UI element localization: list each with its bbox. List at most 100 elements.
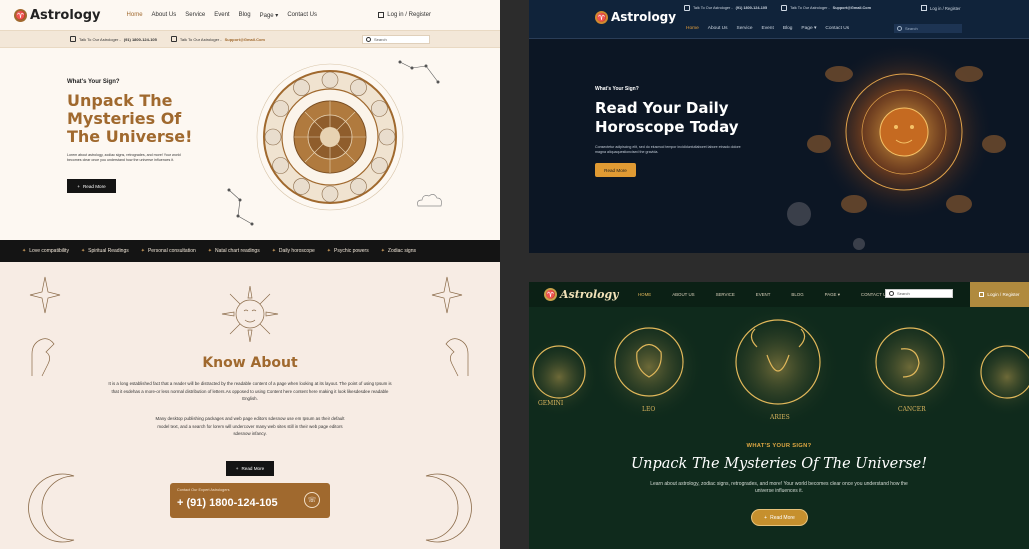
hero-eyebrow: WHAT'S YOUR SIGN? <box>746 443 812 449</box>
ticker-label: Love compatibility <box>29 248 69 254</box>
login-link[interactable]: Log in / Register <box>378 12 431 18</box>
user-icon <box>979 292 985 297</box>
nav-page[interactable]: Page ▾ <box>801 26 816 31</box>
nav-blog[interactable]: Blog <box>783 26 793 31</box>
about-paragraph-1: It is a long established fact that a rea… <box>108 381 392 402</box>
phone-contact[interactable]: Talk To Our Astrologer - (91) 1800-124-1… <box>684 5 767 11</box>
sign-label-gemini: GEMINI <box>538 400 564 407</box>
hero-read-more-button[interactable]: + Read More <box>751 509 808 526</box>
nav-home[interactable]: HOME <box>638 292 651 298</box>
nav-about[interactable]: About Us <box>708 26 728 31</box>
ticker-item[interactable]: ✦ Psychic powers <box>327 248 369 254</box>
email-value: Support@Gmail.Com <box>832 6 871 10</box>
phone-contact[interactable]: Talk To Our Astrologer - (91) 1800-124-1… <box>70 36 157 42</box>
green-main-menu: HOME ABOUT US SERVICE EVENT BLOG PAGE ▾ … <box>638 292 889 298</box>
ticker-label: Zodiac signs <box>387 248 416 254</box>
hero-title: Unpack The Mysteries Of The Universe! <box>630 456 928 472</box>
navy-main-menu: Home About Us Service Event Blog Page ▾ … <box>686 26 849 31</box>
hero-eyebrow: What's Your Sign? <box>595 86 639 92</box>
search-placeholder: Search <box>374 36 387 42</box>
constellation-icon <box>398 60 440 84</box>
hero-text: Lorem about astrology, zodiac signs, ret… <box>67 153 181 162</box>
ticker-label: Natal chart readings <box>214 248 260 254</box>
ticker-item[interactable]: ✦ Love compatibility <box>22 248 69 254</box>
hero-title: Unpack The Mysteries Of The Universe! <box>67 91 193 146</box>
mail-icon <box>170 36 177 42</box>
mail-icon <box>781 5 788 11</box>
plus-icon: + <box>764 514 768 521</box>
nav-home[interactable]: Home <box>127 12 143 19</box>
about-title: Know About <box>202 355 298 371</box>
nav-blog[interactable]: BLOG <box>791 292 803 298</box>
about-read-more-button[interactable]: + Read More <box>226 461 274 476</box>
moon-face-icon <box>28 473 75 543</box>
nav-event[interactable]: Event <box>214 12 229 19</box>
moon-face-icon <box>425 473 472 543</box>
ticker-item[interactable]: ✦ Spiritual Readings <box>81 248 129 254</box>
phone-value: (91) 1800-124-105 <box>735 6 768 10</box>
nav-home[interactable]: Home <box>686 26 699 31</box>
button-label: Read More <box>770 514 795 521</box>
contact-number: + (91) 1800-124-105 <box>177 497 278 509</box>
plus-icon: + <box>235 466 239 471</box>
hero-read-more-button[interactable]: Read More <box>595 163 636 177</box>
phone-label: Talk To Our Astrologer - <box>693 6 733 10</box>
navy-theme-preview: ♈ Astrology Talk To Our Astrologer - (91… <box>529 0 1029 253</box>
light-logo[interactable]: ♈ Astrology <box>14 8 101 23</box>
email-label: Talk To Our Astrologer - <box>790 6 830 10</box>
search-icon <box>889 291 894 296</box>
ticker-item[interactable]: ✦ Natal chart readings <box>208 248 260 254</box>
phone-icon <box>684 5 690 11</box>
ticker-item[interactable]: ✦ Daily horoscope <box>272 248 315 254</box>
nav-page[interactable]: Page ▾ <box>260 12 279 19</box>
green-logo[interactable]: ♈ Astrology <box>544 288 619 301</box>
phone-label: Talk To Our Astrologer - <box>79 36 121 42</box>
button-label: Read More <box>82 183 106 189</box>
zodiac-wheel-illustration <box>256 63 404 211</box>
ticker-item[interactable]: ✦ Personal consultation <box>141 248 196 254</box>
sign-label-leo: LEO <box>642 406 656 413</box>
nav-service[interactable]: Service <box>737 26 753 31</box>
sign-label-cancer: CANCER <box>898 406 926 413</box>
phone-value: (91) 1800-124-105 <box>123 36 157 42</box>
nav-contact[interactable]: Contact Us <box>287 12 317 19</box>
login-label: Log in / Register <box>387 12 431 18</box>
ticker-label: Psychic powers <box>333 248 369 254</box>
search-icon <box>897 26 902 31</box>
light-theme-preview: ♈ Astrology Home About Us Service Event … <box>0 0 500 549</box>
nav-event[interactable]: EVENT <box>756 292 771 298</box>
contact-card[interactable]: Contact Our Expert Astrologers + (91) 18… <box>170 483 330 518</box>
header-divider <box>529 38 1029 39</box>
phone-icon: ☏ <box>304 492 320 508</box>
navy-logo[interactable]: ♈ Astrology <box>595 10 676 24</box>
email-contact[interactable]: Talk To Our Astrologer - Support@Gmail.C… <box>781 5 871 11</box>
login-label: Login / Register <box>987 292 1020 297</box>
hero-text: Consectetur adipiscing elit, sed do eius… <box>595 145 741 154</box>
phone-icon <box>70 36 76 42</box>
light-main-menu: Home About Us Service Event Blog Page ▾ … <box>127 12 317 19</box>
search-placeholder: Search <box>905 26 918 31</box>
nav-about[interactable]: ABOUT US <box>672 292 694 298</box>
search-input[interactable]: Search <box>894 24 962 33</box>
nav-blog[interactable]: Blog <box>239 12 251 19</box>
nav-page[interactable]: PAGE ▾ <box>825 292 840 298</box>
green-theme-preview: ♈ Astrology HOME ABOUT US SERVICE EVENT … <box>529 282 1029 549</box>
search-input[interactable]: Search <box>362 34 430 44</box>
login-link[interactable]: Log in / Register <box>921 5 961 11</box>
login-register-button[interactable]: Login / Register <box>970 282 1029 307</box>
nav-service[interactable]: SERVICE <box>716 292 735 298</box>
navy-header: ♈ Astrology Talk To Our Astrologer - (91… <box>529 0 1029 38</box>
hero-eyebrow: What's Your Sign? <box>67 79 120 85</box>
nav-about[interactable]: About Us <box>152 12 177 19</box>
button-label: Read More <box>241 466 265 471</box>
search-input[interactable]: Search <box>885 289 953 298</box>
login-icon <box>921 5 927 11</box>
nav-event[interactable]: Event <box>762 26 774 31</box>
about-paragraph-2: Many desktop publishing packages and web… <box>155 416 345 437</box>
zodiac-logo-icon: ♈ <box>14 8 27 22</box>
ticker-item[interactable]: ✦ Zodiac signs <box>381 248 416 254</box>
email-contact[interactable]: Talk To Our Astrologer - Support@Gmail.C… <box>170 36 265 42</box>
hero-read-more-button[interactable]: + Read More <box>67 179 116 193</box>
nav-service[interactable]: Service <box>185 12 205 19</box>
nav-contact[interactable]: Contact Us <box>825 26 849 31</box>
